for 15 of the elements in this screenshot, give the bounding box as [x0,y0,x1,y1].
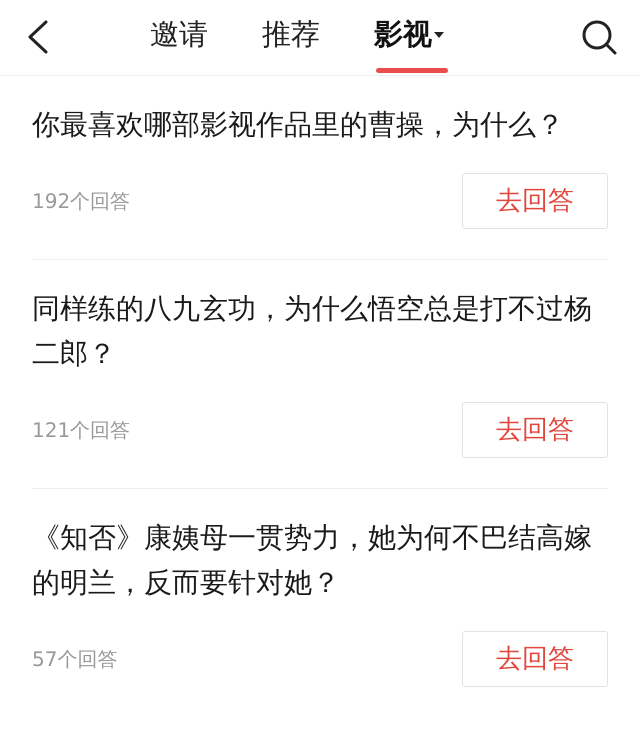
answer-count: 57个回答 [32,646,118,673]
question-title[interactable]: 同样练的八九玄功，为什么悟空总是打不过杨二郎？ [32,286,608,376]
tab[interactable]: 影视 [374,0,444,75]
caret-icon [434,32,444,38]
answer-button[interactable]: 去回答 [462,631,608,687]
search-icon[interactable] [580,18,618,56]
tab-indicator [376,68,448,73]
answer-button[interactable]: 去回答 [462,402,608,458]
answer-count: 192个回答 [32,188,130,215]
answer-button[interactable]: 去回答 [462,173,608,229]
tab[interactable]: 邀请 [150,0,208,75]
tab[interactable]: 推荐 [262,0,320,75]
question-title[interactable]: 你最喜欢哪部影视作品里的曹操，为什么？ [32,102,608,147]
answer-count: 121个回答 [32,417,130,444]
question-title[interactable]: 《知否》康姨母一贯势力，她为何不巴结高嫁的明兰，反而要针对她？ [32,515,608,605]
